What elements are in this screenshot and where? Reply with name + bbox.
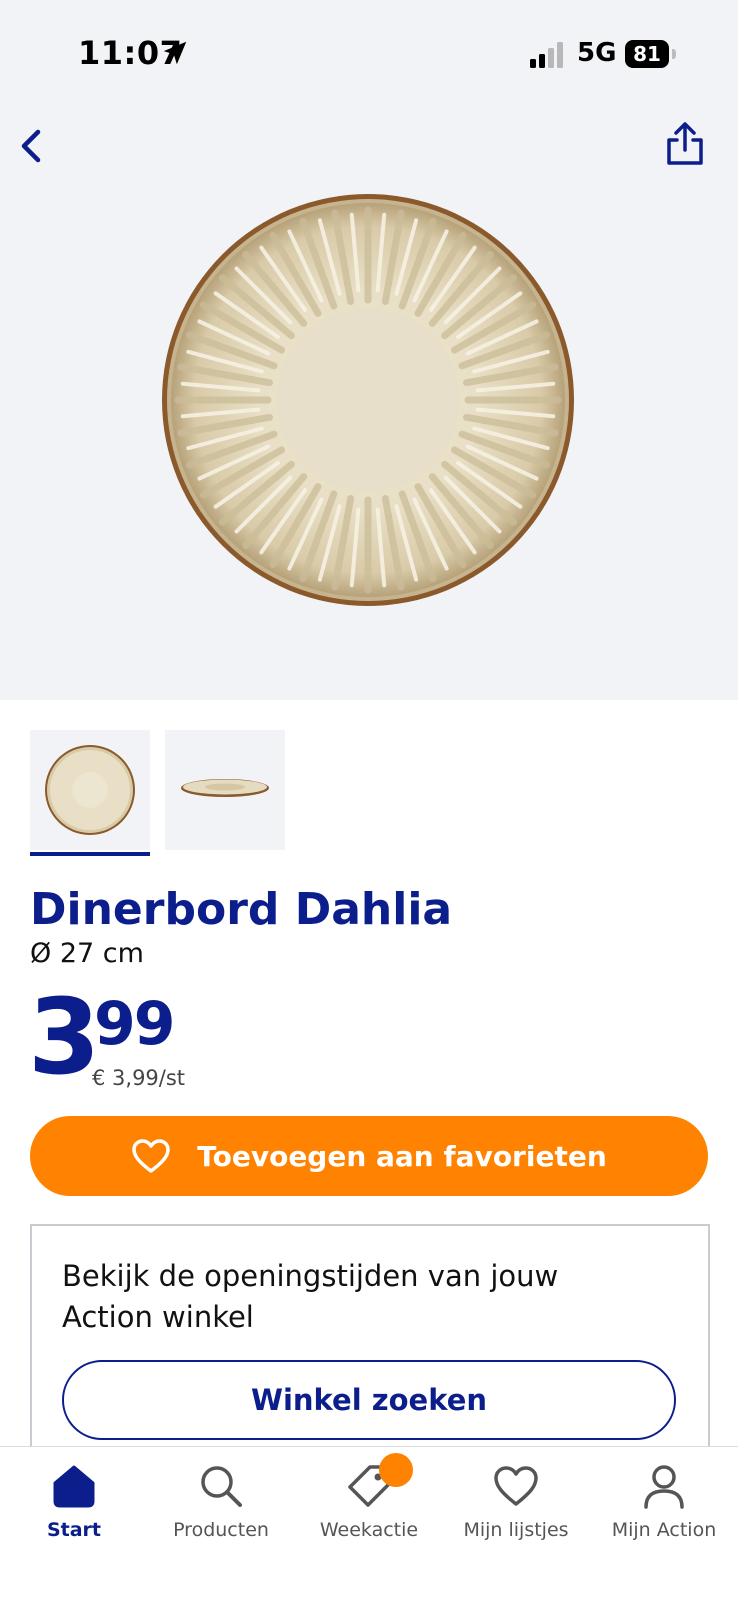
tab-mijn-lijstjes-label: Mijn lijstjes: [463, 1519, 569, 1541]
tab-start-label: Start: [46, 1519, 102, 1541]
store-finder-text: Bekijk de openingstijden van jouw Action…: [62, 1259, 559, 1334]
find-store-button[interactable]: Winkel zoeken: [62, 1360, 676, 1440]
product-title: Dinerbord Dahlia: [30, 884, 453, 935]
tab-weekactie[interactable]: Weekactie: [295, 1447, 443, 1601]
price-decimals: 99: [94, 989, 175, 1059]
tab-mijn-action[interactable]: Mijn Action: [590, 1447, 738, 1601]
tab-producten[interactable]: Producten: [147, 1447, 295, 1601]
product-size: Ø 27 cm: [30, 938, 144, 969]
plate-thumbnail-image: [45, 745, 135, 835]
plate-side-thumbnail-image: [181, 779, 269, 797]
home-icon: [53, 1465, 95, 1508]
search-icon: [201, 1466, 242, 1507]
chevron-left-icon[interactable]: [12, 124, 52, 168]
status-bar: 11:07 5G 81: [0, 0, 738, 100]
weekactie-badge: [379, 1453, 413, 1487]
tab-producten-label: Producten: [173, 1519, 269, 1541]
price-integer: 3: [28, 976, 100, 1098]
tab-start[interactable]: Start: [0, 1447, 148, 1601]
heart-icon: [132, 1139, 170, 1173]
location-arrow-icon: [163, 41, 187, 65]
thumbnail-side-view[interactable]: [165, 730, 285, 850]
product-image-area[interactable]: [0, 0, 738, 700]
tab-mijn-action-label: Mijn Action: [611, 1519, 717, 1541]
unit-price: € 3,99/st: [92, 1066, 186, 1090]
network-type: 5G: [577, 38, 617, 68]
product-image[interactable]: [158, 190, 578, 610]
store-finder-card: Bekijk de openingstijden van jouw Action…: [30, 1224, 710, 1456]
heart-icon: [494, 1466, 538, 1506]
thumbnail-selected-indicator: [30, 852, 150, 856]
tab-mijn-lijstjes[interactable]: Mijn lijstjes: [442, 1447, 590, 1601]
battery-level: 81: [625, 40, 669, 68]
add-to-favorites-button[interactable]: Toevoegen aan favorieten: [30, 1116, 708, 1196]
battery-nub: [672, 49, 676, 59]
user-icon: [644, 1465, 684, 1509]
bottom-tab-bar: Start Producten Weekactie Mijn lijstjes …: [0, 1446, 738, 1601]
add-to-favorites-label: Toevoegen aan favorieten: [197, 1139, 607, 1173]
share-icon[interactable]: [662, 120, 708, 168]
signal-bars-icon: [530, 42, 563, 68]
tab-weekactie-label: Weekactie: [319, 1519, 419, 1541]
battery-icon: 81: [625, 40, 677, 68]
thumbnail-top-view[interactable]: [30, 730, 150, 850]
